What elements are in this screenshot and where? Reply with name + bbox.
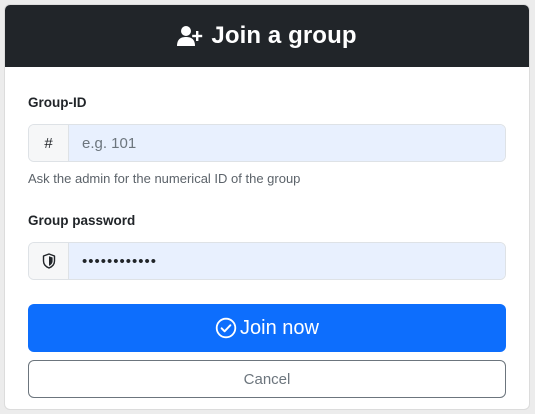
group-id-help-text: Ask the admin for the numerical ID of th… (28, 171, 301, 186)
page-title: Join a group (211, 22, 357, 49)
hash-addon: # (29, 125, 69, 161)
shield-addon (29, 243, 69, 279)
group-password-input[interactable] (69, 243, 505, 279)
cancel-button[interactable]: Cancel (28, 360, 506, 398)
user-plus-icon (177, 25, 203, 47)
group-id-input[interactable] (69, 125, 505, 161)
group-id-label: Group-ID (28, 95, 87, 110)
group-password-label: Group password (28, 213, 136, 228)
check-circle-icon (215, 317, 237, 339)
card-body: Group-ID # Ask the admin for the numeric… (5, 67, 529, 398)
join-now-button[interactable]: Join now (28, 304, 506, 352)
join-group-card: Join a group Group-ID # Ask the admin fo… (4, 4, 530, 410)
card-header: Join a group (5, 5, 529, 67)
password-input-group (28, 242, 506, 280)
join-now-label: Join now (240, 316, 319, 339)
shield-icon (42, 253, 56, 269)
group-id-input-group: # (28, 124, 506, 162)
